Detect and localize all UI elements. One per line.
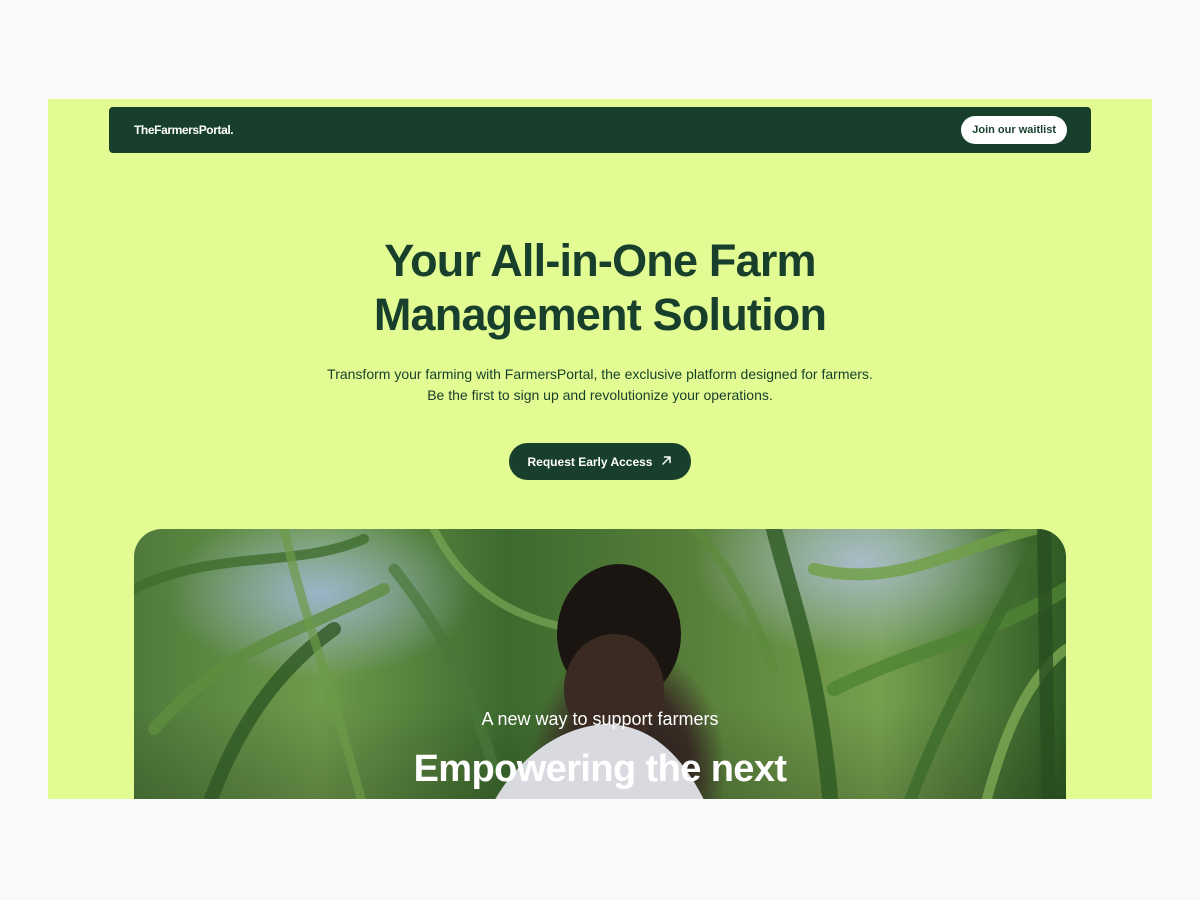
- hero-image: A new way to support farmers Empowering …: [134, 529, 1066, 799]
- hero-section: Your All-in-One Farm Management Solution…: [48, 234, 1152, 406]
- photo-heading: Empowering the next: [413, 748, 787, 790]
- arrow-up-right-icon: [661, 455, 672, 468]
- landing-page: TheFarmersPortal. Join our waitlist Your…: [48, 99, 1152, 799]
- logo[interactable]: TheFarmersPortal.: [134, 123, 234, 137]
- hero-title-line-2: Management Solution: [373, 289, 827, 340]
- hero-subtitle: Transform your farming with FarmersPorta…: [327, 366, 873, 403]
- request-early-access-button[interactable]: Request Early Access: [509, 443, 691, 480]
- join-waitlist-button[interactable]: Join our waitlist: [961, 116, 1067, 144]
- photo-caption: A new way to support farmers Empowering …: [134, 709, 1066, 791]
- photo-kicker: A new way to support farmers: [481, 709, 719, 729]
- cta-label: Request Early Access: [527, 454, 653, 469]
- hero-title: Your All-in-One Farm Management Solution: [48, 234, 1152, 342]
- navbar: TheFarmersPortal. Join our waitlist: [109, 107, 1091, 153]
- hero-title-line-1: Your All-in-One Farm: [384, 235, 816, 286]
